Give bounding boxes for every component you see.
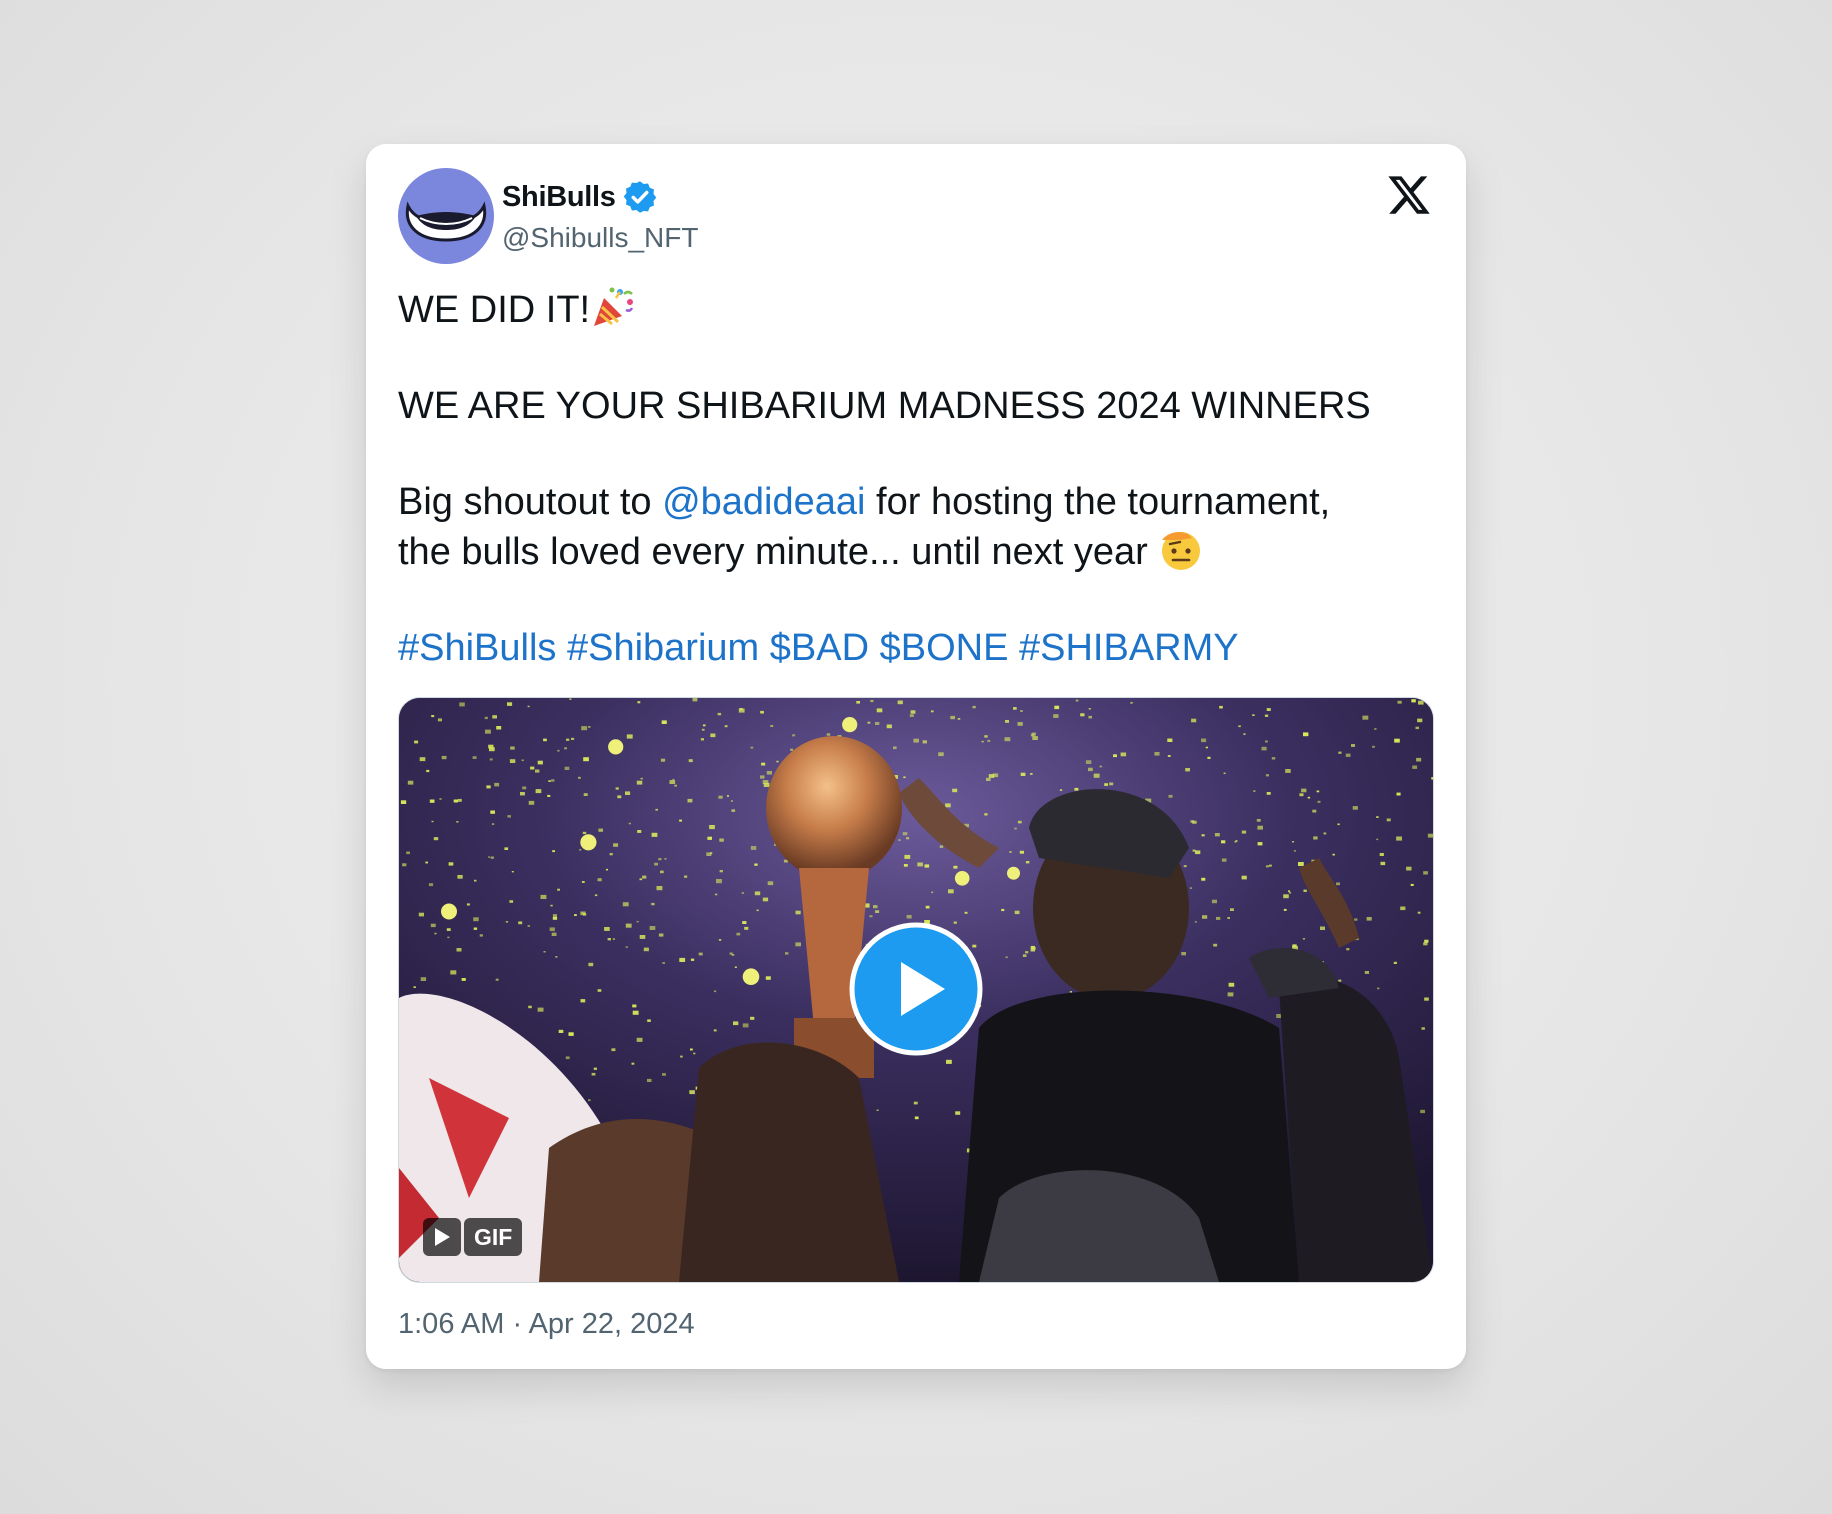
saluting-face-emoji-icon — [1162, 532, 1201, 570]
bull-horns-avatar-icon — [405, 201, 487, 242]
tweet-line-4: the bulls loved every minute... until ne… — [398, 526, 1438, 576]
gif-badge: GIF — [423, 1218, 523, 1256]
verified-badge-icon — [623, 181, 656, 213]
shoutout-prefix: Big shoutout to — [398, 481, 663, 523]
tweet-text: WE DID IT! WE ARE YOUR SHIBARIUM MADNESS… — [398, 284, 1438, 672]
tweet-line-2: WE ARE YOUR SHIBARIUM MADNESS 2024 WINNE… — [398, 385, 1371, 427]
author-name-row: ShiBulls — [502, 178, 698, 216]
mention-link[interactable]: @badideaai — [662, 481, 865, 523]
gif-media[interactable]: GIF — [398, 697, 1434, 1283]
tweet-headline: WE DID IT! — [398, 289, 591, 331]
profile-avatar[interactable] — [398, 168, 494, 264]
hashtags-row: #ShiBulls #Shibarium $BAD $BONE #SHIBARM… — [398, 624, 1438, 672]
hashtag-shibarium[interactable]: #Shibarium — [567, 627, 759, 669]
tweet-card: ShiBulls @Shibulls_NFT WE DID IT! WE ARE… — [366, 144, 1466, 1369]
cashtag-bad[interactable]: $BAD — [770, 627, 869, 669]
tweet-line-1: WE DID IT! — [398, 284, 1438, 334]
hashtag-shibulls[interactable]: #ShiBulls — [398, 627, 556, 669]
author-name[interactable]: ShiBulls — [502, 181, 616, 214]
x-logo-icon[interactable] — [1386, 172, 1432, 218]
author-handle[interactable]: @Shibulls_NFT — [502, 222, 698, 254]
gif-play-icon — [423, 1218, 461, 1256]
play-icon[interactable] — [849, 922, 983, 1056]
tweet-timestamp[interactable]: 1:06 AM · Apr 22, 2024 — [398, 1308, 695, 1341]
gif-label: GIF — [464, 1218, 523, 1256]
author-block: ShiBulls @Shibulls_NFT — [502, 178, 698, 254]
hashtag-shibarmy[interactable]: #SHIBARMY — [1019, 627, 1239, 669]
tweet-line-3: Big shoutout to @badideaai for hosting t… — [398, 478, 1438, 526]
tweet-line-4-text: the bulls loved every minute... until ne… — [398, 531, 1159, 573]
party-popper-emoji-icon — [594, 287, 634, 326]
cashtag-bone[interactable]: $BONE — [880, 627, 1009, 669]
shoutout-suffix: for hosting the tournament, — [865, 481, 1331, 523]
